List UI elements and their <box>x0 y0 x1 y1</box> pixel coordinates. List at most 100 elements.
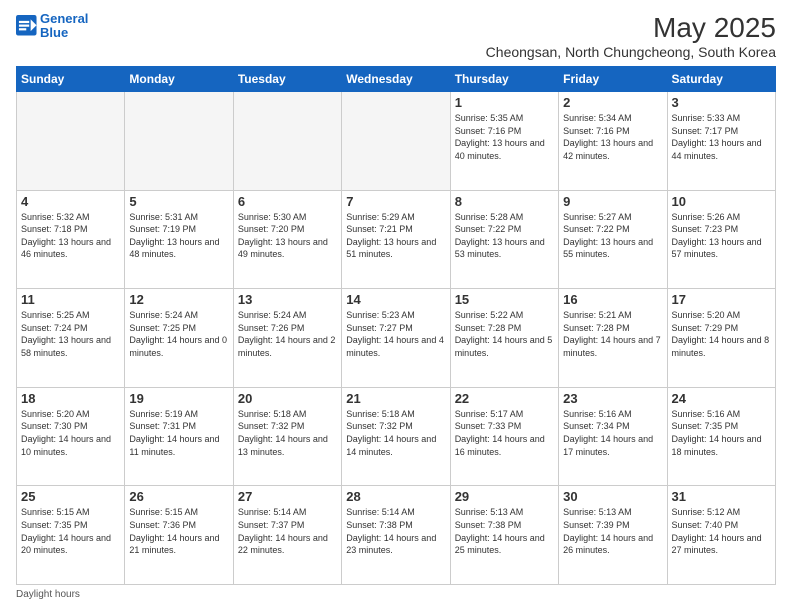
day-info: Sunrise: 5:25 AMSunset: 7:24 PMDaylight:… <box>21 309 120 359</box>
calendar-cell: 18Sunrise: 5:20 AMSunset: 7:30 PMDayligh… <box>17 387 125 486</box>
day-info: Sunrise: 5:14 AMSunset: 7:37 PMDaylight:… <box>238 506 337 556</box>
day-info: Sunrise: 5:22 AMSunset: 7:28 PMDaylight:… <box>455 309 554 359</box>
calendar-cell: 19 Sunrise: 5:19 AMSunset: 7:31 PMDayligh… <box>125 387 233 486</box>
calendar-cell: 22 Sunrise: 5:17 AMSunset: 7:33 PMDayligh… <box>450 387 558 486</box>
calendar-cell: 11Sunrise: 5:25 AMSunset: 7:24 PMDayligh… <box>17 289 125 388</box>
day-number: 17 <box>672 292 771 307</box>
calendar-cell: 8 Sunrise: 5:28 AMSunset: 7:22 PMDaylight… <box>450 190 558 289</box>
calendar-cell: 24 Sunrise: 5:16 AMSunset: 7:35 PMDayligh… <box>667 387 775 486</box>
calendar-cell: 5Sunrise: 5:31 AMSunset: 7:19 PMDaylight… <box>125 190 233 289</box>
day-info: Sunrise: 5:33 AMSunset: 7:17 PMDaylight:… <box>672 112 771 162</box>
day-number: 12 <box>129 292 228 307</box>
logo-text: General Blue <box>40 12 88 41</box>
footer: Daylight hours <box>16 589 776 600</box>
day-number: 21 <box>346 391 445 406</box>
day-info: Sunrise: 5:16 AMSunset: 7:34 PMDaylight:… <box>563 408 662 458</box>
calendar-cell: 20 Sunrise: 5:18 AMSunset: 7:32 PMDayligh… <box>233 387 341 486</box>
calendar-week-3: 11Sunrise: 5:25 AMSunset: 7:24 PMDayligh… <box>17 289 776 388</box>
day-info: Sunrise: 5:34 AMSunset: 7:16 PMDaylight:… <box>563 112 662 162</box>
day-number: 24 <box>672 391 771 406</box>
day-number: 8 <box>455 194 554 209</box>
calendar-cell: 21 Sunrise: 5:18 AMSunset: 7:32 PMDayligh… <box>342 387 450 486</box>
day-number: 10 <box>672 194 771 209</box>
day-number: 20 <box>238 391 337 406</box>
main-title: May 2025 <box>486 12 776 44</box>
day-number: 15 <box>455 292 554 307</box>
day-info: Sunrise: 5:14 AMSunset: 7:38 PMDaylight:… <box>346 506 445 556</box>
day-info: Sunrise: 5:15 AMSunset: 7:35 PMDaylight:… <box>21 506 120 556</box>
calendar-header-row: SundayMondayTuesdayWednesdayThursdayFrid… <box>17 67 776 92</box>
calendar-week-1: 1Sunrise: 5:35 AMSunset: 7:16 PMDaylight… <box>17 92 776 191</box>
day-info: Sunrise: 5:20 AMSunset: 7:29 PMDaylight:… <box>672 309 771 359</box>
day-info: Sunrise: 5:13 AMSunset: 7:39 PMDaylight:… <box>563 506 662 556</box>
day-number: 29 <box>455 489 554 504</box>
day-number: 25 <box>21 489 120 504</box>
calendar-cell: 31Sunrise: 5:12 AMSunset: 7:40 PMDayligh… <box>667 486 775 585</box>
day-header-thursday: Thursday <box>450 67 558 92</box>
day-number: 7 <box>346 194 445 209</box>
day-info: Sunrise: 5:31 AMSunset: 7:19 PMDaylight:… <box>129 211 228 261</box>
header: General Blue May 2025 Cheongsan, North C… <box>16 12 776 60</box>
day-number: 9 <box>563 194 662 209</box>
day-header-tuesday: Tuesday <box>233 67 341 92</box>
calendar-cell: 12 Sunrise: 5:24 AMSunset: 7:25 PMDayligh… <box>125 289 233 388</box>
logo-icon <box>16 15 38 37</box>
day-info: Sunrise: 5:24 AMSunset: 7:26 PMDaylight:… <box>238 309 337 359</box>
calendar-cell: 23Sunrise: 5:16 AMSunset: 7:34 PMDayligh… <box>559 387 667 486</box>
calendar-cell: 7 Sunrise: 5:29 AMSunset: 7:21 PMDaylight… <box>342 190 450 289</box>
page: General Blue May 2025 Cheongsan, North C… <box>0 0 792 612</box>
day-info: Sunrise: 5:27 AMSunset: 7:22 PMDaylight:… <box>563 211 662 261</box>
calendar-cell: 27Sunrise: 5:14 AMSunset: 7:37 PMDayligh… <box>233 486 341 585</box>
day-info: Sunrise: 5:35 AMSunset: 7:16 PMDaylight:… <box>455 112 554 162</box>
calendar-table: SundayMondayTuesdayWednesdayThursdayFrid… <box>16 66 776 585</box>
calendar-cell: 16 Sunrise: 5:21 AMSunset: 7:28 PMDayligh… <box>559 289 667 388</box>
day-number: 3 <box>672 95 771 110</box>
day-number: 22 <box>455 391 554 406</box>
calendar-cell: 25 Sunrise: 5:15 AMSunset: 7:35 PMDayligh… <box>17 486 125 585</box>
day-header-saturday: Saturday <box>667 67 775 92</box>
day-number: 6 <box>238 194 337 209</box>
day-header-friday: Friday <box>559 67 667 92</box>
day-info: Sunrise: 5:24 AMSunset: 7:25 PMDaylight:… <box>129 309 228 359</box>
day-info: Sunrise: 5:23 AMSunset: 7:27 PMDaylight:… <box>346 309 445 359</box>
day-info: Sunrise: 5:18 AMSunset: 7:32 PMDaylight:… <box>346 408 445 458</box>
calendar-body: 1Sunrise: 5:35 AMSunset: 7:16 PMDaylight… <box>17 92 776 585</box>
day-header-wednesday: Wednesday <box>342 67 450 92</box>
day-number: 28 <box>346 489 445 504</box>
day-info: Sunrise: 5:16 AMSunset: 7:35 PMDaylight:… <box>672 408 771 458</box>
calendar-cell: 4 Sunrise: 5:32 AMSunset: 7:18 PMDaylight… <box>17 190 125 289</box>
day-info: Sunrise: 5:32 AMSunset: 7:18 PMDaylight:… <box>21 211 120 261</box>
subtitle: Cheongsan, North Chungcheong, South Kore… <box>486 44 776 60</box>
day-info: Sunrise: 5:30 AMSunset: 7:20 PMDaylight:… <box>238 211 337 261</box>
calendar-cell: 26Sunrise: 5:15 AMSunset: 7:36 PMDayligh… <box>125 486 233 585</box>
calendar-cell: 3 Sunrise: 5:33 AMSunset: 7:17 PMDaylight… <box>667 92 775 191</box>
calendar-cell <box>125 92 233 191</box>
day-number: 4 <box>21 194 120 209</box>
calendar-week-4: 18Sunrise: 5:20 AMSunset: 7:30 PMDayligh… <box>17 387 776 486</box>
day-info: Sunrise: 5:29 AMSunset: 7:21 PMDaylight:… <box>346 211 445 261</box>
day-info: Sunrise: 5:13 AMSunset: 7:38 PMDaylight:… <box>455 506 554 556</box>
day-info: Sunrise: 5:15 AMSunset: 7:36 PMDaylight:… <box>129 506 228 556</box>
day-number: 16 <box>563 292 662 307</box>
calendar-cell: 28 Sunrise: 5:14 AMSunset: 7:38 PMDayligh… <box>342 486 450 585</box>
calendar-cell: 15 Sunrise: 5:22 AMSunset: 7:28 PMDayligh… <box>450 289 558 388</box>
day-number: 19 <box>129 391 228 406</box>
calendar-cell: 10Sunrise: 5:26 AMSunset: 7:23 PMDayligh… <box>667 190 775 289</box>
day-number: 13 <box>238 292 337 307</box>
calendar-cell: 6 Sunrise: 5:30 AMSunset: 7:20 PMDaylight… <box>233 190 341 289</box>
calendar-cell: 13 Sunrise: 5:24 AMSunset: 7:26 PMDayligh… <box>233 289 341 388</box>
day-header-monday: Monday <box>125 67 233 92</box>
day-number: 2 <box>563 95 662 110</box>
calendar-cell: 9 Sunrise: 5:27 AMSunset: 7:22 PMDaylight… <box>559 190 667 289</box>
calendar-cell <box>342 92 450 191</box>
calendar-week-5: 25 Sunrise: 5:15 AMSunset: 7:35 PMDayligh… <box>17 486 776 585</box>
calendar-cell: 14Sunrise: 5:23 AMSunset: 7:27 PMDayligh… <box>342 289 450 388</box>
day-info: Sunrise: 5:28 AMSunset: 7:22 PMDaylight:… <box>455 211 554 261</box>
day-number: 30 <box>563 489 662 504</box>
day-info: Sunrise: 5:17 AMSunset: 7:33 PMDaylight:… <box>455 408 554 458</box>
day-number: 31 <box>672 489 771 504</box>
day-info: Sunrise: 5:19 AMSunset: 7:31 PMDaylight:… <box>129 408 228 458</box>
day-info: Sunrise: 5:18 AMSunset: 7:32 PMDaylight:… <box>238 408 337 458</box>
calendar-cell: 1Sunrise: 5:35 AMSunset: 7:16 PMDaylight… <box>450 92 558 191</box>
day-info: Sunrise: 5:21 AMSunset: 7:28 PMDaylight:… <box>563 309 662 359</box>
